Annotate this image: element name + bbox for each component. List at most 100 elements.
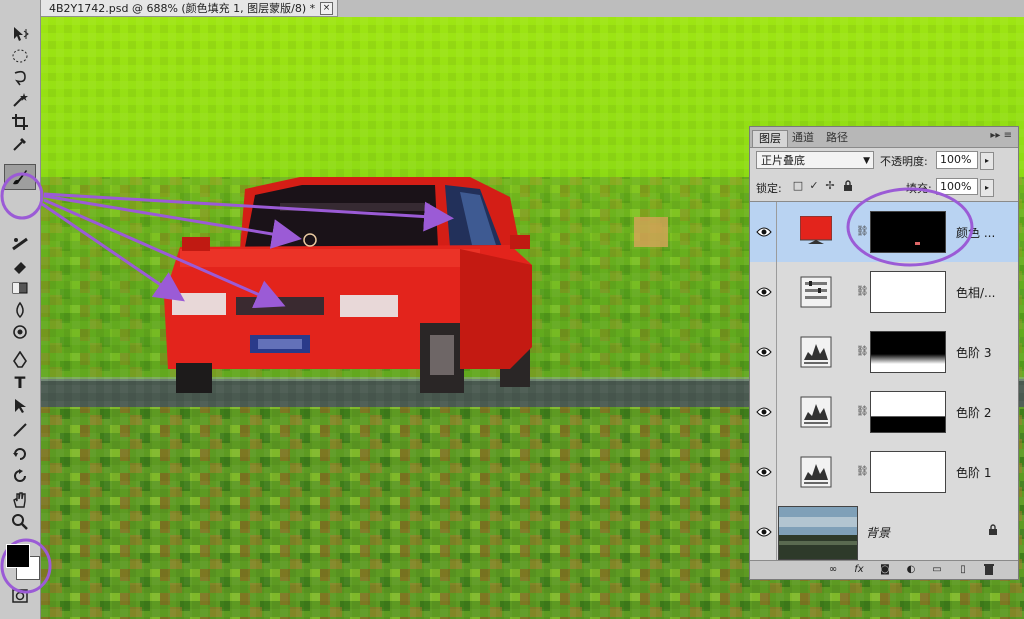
zoom-icon[interactable] xyxy=(6,512,34,532)
type-icon[interactable]: T xyxy=(6,372,34,392)
lock-image-icon[interactable]: ✓ xyxy=(808,180,820,192)
layers-panel-tabs: 图层 通道 路径 ▸▸ ≡ xyxy=(750,127,1018,148)
layer-name: 色阶 1 xyxy=(956,466,992,480)
visibility-toggle[interactable] xyxy=(750,382,777,442)
background-thumbnail xyxy=(778,506,858,560)
lock-row: 锁定: □ ✓ ✢ 填充: 100% ▸ xyxy=(756,177,1012,197)
eye-icon xyxy=(756,527,772,537)
pen-icon[interactable] xyxy=(6,350,34,370)
layer-name: 背景 xyxy=(866,526,891,540)
layer-row-hue-saturation[interactable]: ⛓ 色相/... xyxy=(750,262,1018,323)
fx-icon[interactable]: fx xyxy=(852,563,866,576)
document-tab[interactable]: 4B2Y1742.psd @ 688% (颜色填充 1, 图层蒙版/8) * × xyxy=(40,0,338,17)
layer-name: 色阶 2 xyxy=(956,406,992,420)
trash-icon[interactable] xyxy=(982,563,996,576)
tab-layers[interactable]: 图层 xyxy=(752,130,788,147)
mask-link-icon[interactable]: ⛓ xyxy=(856,406,869,417)
visibility-toggle[interactable] xyxy=(750,502,777,562)
levels-icon xyxy=(800,396,832,428)
layer-mask-thumbnail[interactable] xyxy=(870,211,946,253)
lock-transparent-icon[interactable]: □ xyxy=(792,180,804,192)
layers-footer: ∞ fx ◙ ◐ ▭ ▯ xyxy=(750,560,1018,579)
path-select-icon[interactable] xyxy=(6,396,34,416)
layer-mask-thumbnail[interactable] xyxy=(870,271,946,313)
opacity-arrow-icon[interactable]: ▸ xyxy=(980,152,994,170)
eye-icon xyxy=(756,347,772,357)
visibility-toggle[interactable] xyxy=(750,442,777,502)
brush-icon[interactable] xyxy=(4,164,36,190)
tools-panel: T xyxy=(0,0,41,619)
layer-mask-thumbnail[interactable] xyxy=(870,331,946,373)
fill-arrow-icon[interactable]: ▸ xyxy=(980,179,994,197)
link-layers-icon[interactable]: ∞ xyxy=(826,563,840,576)
visibility-toggle[interactable] xyxy=(750,262,777,322)
layer-row-levels-2[interactable]: ⛓ 色阶 2 xyxy=(750,382,1018,443)
fill-input[interactable]: 100% xyxy=(936,178,978,195)
mask-link-icon[interactable]: ⛓ xyxy=(856,346,869,357)
eye-icon xyxy=(756,407,772,417)
eyedropper-icon[interactable] xyxy=(6,134,34,154)
document-tab-title: 4B2Y1742.psd @ 688% (颜色填充 1, 图层蒙版/8) * xyxy=(49,2,316,15)
layer-row-levels-1[interactable]: ⛓ 色阶 1 xyxy=(750,442,1018,503)
tab-strip xyxy=(338,0,1024,17)
layer-name: 色相/... xyxy=(956,286,996,300)
elliptical-marquee-icon[interactable] xyxy=(6,46,34,66)
eraser-icon[interactable] xyxy=(6,256,34,276)
layer-row-background[interactable]: 背景 xyxy=(750,502,1018,563)
dodge-icon[interactable] xyxy=(6,322,34,342)
fill-label: 填充: xyxy=(906,182,932,195)
hue-saturation-icon xyxy=(800,276,832,308)
levels-icon xyxy=(800,456,832,488)
color-fill-thumbnail xyxy=(800,216,832,244)
layer-row-levels-3[interactable]: ⛓ 色阶 3 xyxy=(750,322,1018,383)
mask-link-icon[interactable]: ⛓ xyxy=(856,466,869,477)
lock-position-icon[interactable]: ✢ xyxy=(824,180,836,192)
group-icon[interactable]: ▭ xyxy=(930,563,944,576)
layer-mask-thumbnail[interactable] xyxy=(870,451,946,493)
tab-paths[interactable]: 路径 xyxy=(820,130,854,146)
mask-link-icon[interactable]: ⛓ xyxy=(856,286,869,297)
layer-name: 颜色 ... xyxy=(956,226,996,240)
crop-icon[interactable] xyxy=(6,112,34,132)
layer-row-color-fill[interactable]: ⛓ 颜色 ... xyxy=(750,202,1018,263)
chevron-down-icon: ▼ xyxy=(863,156,870,166)
blend-mode-select[interactable]: 正片叠底 ▼ xyxy=(756,151,874,169)
line-icon[interactable] xyxy=(6,420,34,440)
quick-mask-icon[interactable] xyxy=(6,586,34,606)
layers-panel: 图层 通道 路径 ▸▸ ≡ 正片叠底 ▼ 不透明度: 100% ▸ 锁定: □ … xyxy=(749,126,1019,580)
close-icon[interactable]: × xyxy=(320,2,333,15)
levels-icon xyxy=(800,336,832,368)
foreground-color-swatch[interactable] xyxy=(6,544,30,568)
blend-row: 正片叠底 ▼ 不透明度: 100% ▸ xyxy=(756,151,1012,171)
visibility-toggle[interactable] xyxy=(750,202,777,262)
layer-name: 色阶 3 xyxy=(956,346,992,360)
mask-spot xyxy=(915,242,920,245)
opacity-label: 不透明度: xyxy=(880,155,928,168)
move-icon[interactable] xyxy=(6,24,34,44)
blend-mode-value: 正片叠底 xyxy=(761,154,805,167)
eye-icon xyxy=(756,227,772,237)
orbit-icon[interactable] xyxy=(6,466,34,486)
panel-menu-icon[interactable]: ▸▸ ≡ xyxy=(990,130,1012,141)
gradient-icon[interactable] xyxy=(6,278,34,298)
mask-link-icon[interactable]: ⛓ xyxy=(856,226,869,237)
eye-icon xyxy=(756,287,772,297)
opacity-input[interactable]: 100% xyxy=(936,151,978,169)
visibility-toggle[interactable] xyxy=(750,322,777,382)
eye-icon xyxy=(756,467,772,477)
hand-icon[interactable] xyxy=(6,490,34,510)
add-mask-icon[interactable]: ◙ xyxy=(878,563,892,576)
stamp-icon[interactable] xyxy=(6,234,34,254)
new-layer-icon[interactable]: ▯ xyxy=(956,563,970,576)
rotate-3d-icon[interactable] xyxy=(6,444,34,464)
lock-all-icon[interactable] xyxy=(842,180,854,192)
layer-list: ⛓ 颜色 ... ⛓ 色相/... ⛓ 色阶 3 ⛓ 色阶 2 ⛓ 色阶 1 背… xyxy=(750,201,1018,563)
layer-mask-thumbnail[interactable] xyxy=(870,391,946,433)
lasso-icon[interactable] xyxy=(6,68,34,88)
adjustment-icon[interactable]: ◐ xyxy=(904,563,918,576)
lock-label: 锁定: xyxy=(756,182,782,195)
lock-icon xyxy=(988,524,998,538)
magic-wand-icon[interactable] xyxy=(6,90,34,110)
tab-channels[interactable]: 通道 xyxy=(786,130,820,146)
blur-drop-icon[interactable] xyxy=(6,300,34,320)
